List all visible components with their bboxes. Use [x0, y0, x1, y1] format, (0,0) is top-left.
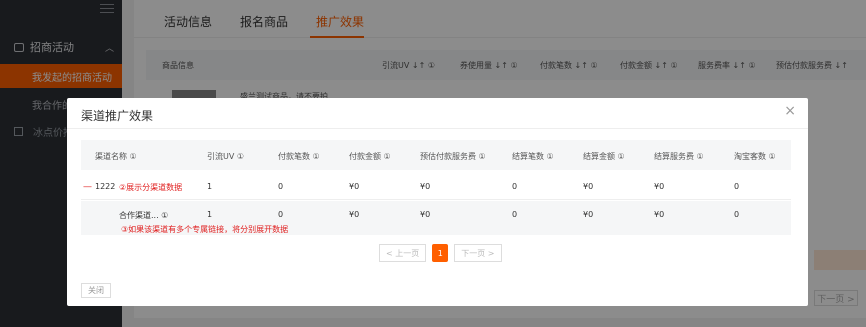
th-taoke-count: 淘宝客数 ①: [734, 152, 776, 161]
cell-pay-amount: ¥0: [349, 182, 360, 191]
cell-settle-fee: ¥0: [654, 182, 665, 191]
th-uv: 引流UV ①: [207, 152, 245, 161]
cell-taoke-count: 0: [734, 182, 740, 191]
next-page-button[interactable]: 下一页 >: [454, 244, 502, 262]
cell-uv: 1: [207, 182, 213, 191]
modal-title: 渠道推广效果: [81, 109, 154, 123]
table-row: — 1222 ②展示分渠道数据 1 0 ¥0 ¥0 0 ¥0 ¥0 0: [81, 170, 791, 200]
cell-est-fee: ¥0: [420, 210, 431, 219]
cell-settle-amount: ¥0: [583, 210, 594, 219]
channel-name: 1222: [95, 182, 116, 191]
cell-pay-amount: ¥0: [349, 210, 360, 219]
cell-settle-count: 0: [512, 210, 518, 219]
th-pay-count: 付款笔数 ①: [278, 152, 320, 161]
modal-table-header: 渠道名称 ① 引流UV ① 付款笔数 ① 付款金额 ① 预估付款服务费 ① 结算…: [81, 140, 791, 170]
sub-channel-name: 合作渠道... ①: [119, 211, 169, 220]
cell-settle-count: 0: [512, 182, 518, 191]
cell-taoke-count: 0: [734, 210, 740, 219]
th-pay-amount: 付款金额 ①: [349, 152, 391, 161]
close-icon[interactable]: ×: [784, 103, 796, 119]
annotation-channel-data: ②展示分渠道数据: [119, 183, 183, 192]
pagination: < 上一页 1 下一页 >: [379, 244, 502, 262]
divider: [67, 128, 808, 129]
cell-pay-count: 0: [278, 210, 284, 219]
th-settle-fee: 结算服务费 ①: [654, 152, 704, 161]
prev-page-button[interactable]: < 上一页: [379, 244, 427, 262]
th-settle-amount: 结算金额 ①: [583, 152, 625, 161]
channel-effect-modal: 渠道推广效果 × 渠道名称 ① 引流UV ① 付款笔数 ① 付款金额 ① 预估付…: [67, 98, 808, 306]
cell-settle-fee: ¥0: [654, 210, 665, 219]
table-row: 合作渠道... ① ③如果该渠道有多个专属链接，将分别展开数据 1 0 ¥0 ¥…: [81, 201, 791, 235]
cell-uv: 1: [207, 210, 213, 219]
cell-settle-amount: ¥0: [583, 182, 594, 191]
th-est-service-fee: 预估付款服务费 ①: [420, 152, 486, 161]
annotation-multi-link: ③如果该渠道有多个专属链接，将分别展开数据: [121, 225, 289, 234]
page-number-current[interactable]: 1: [432, 244, 449, 262]
collapse-icon[interactable]: —: [83, 182, 92, 192]
cell-est-fee: ¥0: [420, 182, 431, 191]
close-button[interactable]: 关闭: [81, 283, 111, 298]
th-channel-name: 渠道名称 ①: [95, 152, 137, 161]
cell-pay-count: 0: [278, 182, 284, 191]
th-settle-count: 结算笔数 ①: [512, 152, 554, 161]
